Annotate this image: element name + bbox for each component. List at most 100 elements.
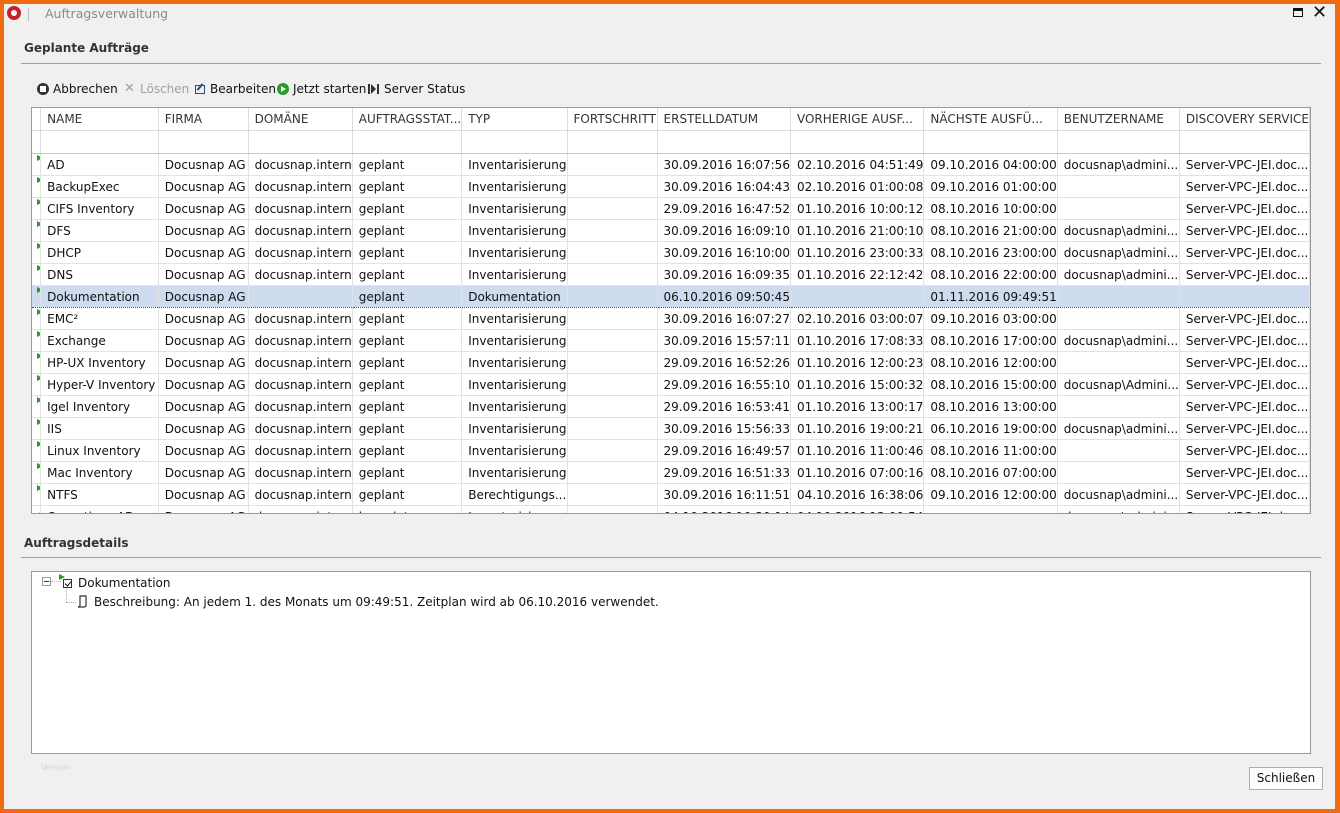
edit-icon — [194, 83, 206, 95]
tree-connector — [66, 589, 67, 602]
job-service: Server-VPC-JEI.doc... — [1179, 241, 1310, 264]
job-user — [1057, 351, 1180, 374]
edit-label: Bearbeiten — [210, 82, 276, 96]
start-now-button[interactable]: Jetzt starten — [277, 82, 366, 96]
job-user — [1057, 395, 1180, 418]
cancel-button[interactable]: Abbrechen — [37, 82, 118, 96]
filter-cell[interactable] — [1179, 130, 1310, 154]
filter-cell[interactable] — [32, 130, 42, 154]
tree-collapse-toggle[interactable] — [42, 577, 51, 586]
column-header-progress[interactable]: FORTSCHRITT — [567, 108, 658, 131]
filter-cell[interactable] — [567, 130, 658, 154]
job-created: 30.09.2016 16:10:00 — [657, 241, 791, 264]
column-header-next[interactable]: NÄCHSTE AUSFÜ... — [923, 108, 1058, 131]
column-header-previous[interactable]: VORHERIGE AUSF... — [790, 108, 925, 131]
column-header-domain[interactable]: DOMÄNE — [248, 108, 353, 131]
job-status: geplant — [352, 153, 463, 176]
job-status: geplant — [352, 417, 463, 440]
filter-cell[interactable] — [1057, 130, 1180, 154]
table-row[interactable]: BackupExec Docusnap AG docusnap.intern gepl… — [32, 175, 1310, 198]
job-type: Inventarisierung — [461, 329, 568, 352]
close-dialog-button[interactable]: Schließen — [1249, 767, 1323, 790]
column-header-type[interactable]: TYP — [461, 108, 568, 131]
filter-cell[interactable] — [657, 130, 791, 154]
column-header-status[interactable]: AUFTRAGSSTAT... — [352, 108, 463, 131]
column-header-service[interactable]: DISCOVERY SERVICE — [1179, 108, 1310, 131]
column-header-user[interactable]: BENUTZERNAME — [1057, 108, 1180, 131]
job-created: 30.09.2016 15:56:33 — [657, 417, 791, 440]
table-row[interactable]: DFS Docusnap AG docusnap.intern geplant Inve… — [32, 219, 1310, 242]
job-progress — [567, 175, 658, 198]
table-row[interactable]: EMC² Docusnap AG docusnap.intern geplant Inv… — [32, 307, 1310, 330]
job-domain: docusnap.intern — [248, 439, 353, 462]
job-service — [1179, 285, 1310, 308]
job-company: Docusnap AG — [158, 461, 249, 484]
checkbox-icon — [40, 424, 41, 433]
job-type: Inventarisierung — [461, 175, 568, 198]
table-row[interactable]: CIFS Inventory Docusnap AG docusnap.intern… — [32, 197, 1310, 220]
job-created: 30.09.2016 16:07:27 — [657, 307, 791, 330]
section-divider — [21, 557, 1321, 558]
table-row[interactable]: Exchange Docusnap AG docusnap.intern geplan… — [32, 329, 1310, 352]
job-domain: docusnap.intern — [248, 461, 353, 484]
table-row[interactable]: Linux Inventory Docusnap AG docusnap.inter… — [32, 439, 1310, 462]
job-type: Berechtigungs... — [461, 483, 568, 506]
job-next-run: 08.10.2016 07:00:00 — [923, 461, 1058, 484]
job-company: Docusnap AG — [158, 483, 249, 506]
close-window-button[interactable]: ✕ — [1312, 4, 1327, 23]
server-status-button[interactable]: Server Status — [368, 82, 465, 96]
checkbox-icon — [40, 380, 41, 389]
maximize-button[interactable] — [1293, 8, 1303, 17]
table-row[interactable]: DHCP Docusnap AG docusnap.intern geplant Inv… — [32, 241, 1310, 264]
tree-child-description[interactable]: Beschreibung: An jedem 1. des Monats um … — [94, 595, 659, 609]
job-progress — [567, 439, 658, 462]
table-row[interactable]: AD Docusnap AG docusnap.intern geplant Inven… — [32, 153, 1310, 176]
edit-button[interactable]: Bearbeiten — [194, 82, 276, 96]
job-type: Inventarisierung — [461, 351, 568, 374]
table-row[interactable]: Igel Inventory Docusnap AG docusnap.intern… — [32, 395, 1310, 418]
column-header-icon[interactable] — [32, 108, 42, 131]
filter-cell[interactable] — [40, 130, 159, 154]
job-progress — [567, 395, 658, 418]
job-next-run: 08.10.2016 23:00:00 — [923, 241, 1058, 264]
job-status: geplant — [352, 439, 463, 462]
filter-cell[interactable] — [923, 130, 1058, 154]
section-title-scheduled: Geplante Aufträge — [24, 41, 149, 55]
tree-root-label[interactable]: Dokumentation — [78, 576, 171, 590]
job-type: Inventarisierung — [461, 307, 568, 330]
cancel-label: Abbrechen — [53, 82, 118, 96]
filter-cell[interactable] — [158, 130, 249, 154]
window-title: Auftragsverwaltung — [45, 6, 169, 21]
table-row[interactable]: IIS Docusnap AG docusnap.intern geplant Inve… — [32, 417, 1310, 440]
job-service: Server-VPC-JEI.doc... — [1179, 417, 1310, 440]
filter-cell[interactable] — [352, 130, 463, 154]
job-previous-run: 04.10.2016 16:38:06 — [790, 483, 925, 506]
job-status: geplant — [352, 483, 463, 506]
job-created: 30.09.2016 16:11:51 — [657, 483, 791, 506]
filter-cell[interactable] — [790, 130, 925, 154]
filter-cell[interactable] — [461, 130, 568, 154]
row-status-cell — [32, 461, 42, 484]
job-name: IIS — [40, 417, 159, 440]
job-progress — [567, 307, 658, 330]
filter-cell[interactable] — [248, 130, 353, 154]
column-header-company[interactable]: FIRMA — [158, 108, 249, 131]
job-company: Docusnap AG — [158, 417, 249, 440]
column-header-created[interactable]: ERSTELLDATUM — [657, 108, 791, 131]
table-row[interactable]: Dokumentation Docusnap AG geplant Dokumenta… — [32, 285, 1310, 308]
title-separator — [28, 8, 29, 21]
table-row[interactable]: DNS Docusnap AG docusnap.intern geplant Inve… — [32, 263, 1310, 286]
table-row[interactable]: Hyper-V Inventory Docusnap AG docusnap.int… — [32, 373, 1310, 396]
table-row[interactable]: Operations ADDocusnap AGdocusnap.internb… — [32, 505, 1310, 513]
checkbox-icon — [40, 204, 41, 213]
job-service: Server-VPC-JEI.doc... — [1179, 307, 1310, 330]
job-previous-run: 01.10.2016 10:00:12 — [790, 197, 925, 220]
table-row[interactable]: NTFS Docusnap AG docusnap.intern geplant Ber… — [32, 483, 1310, 506]
table-row[interactable]: Mac Inventory Docusnap AG docusnap.intern g… — [32, 461, 1310, 484]
job-name: Igel Inventory — [40, 395, 159, 418]
start-now-label: Jetzt starten — [293, 82, 367, 96]
table-row[interactable]: HP-UX Inventory Docusnap AG docusnap.inter… — [32, 351, 1310, 374]
delete-button[interactable]: ✕ Löschen — [124, 82, 189, 96]
column-header-name[interactable]: NAME — [40, 108, 159, 131]
checkbox-icon — [40, 468, 41, 477]
